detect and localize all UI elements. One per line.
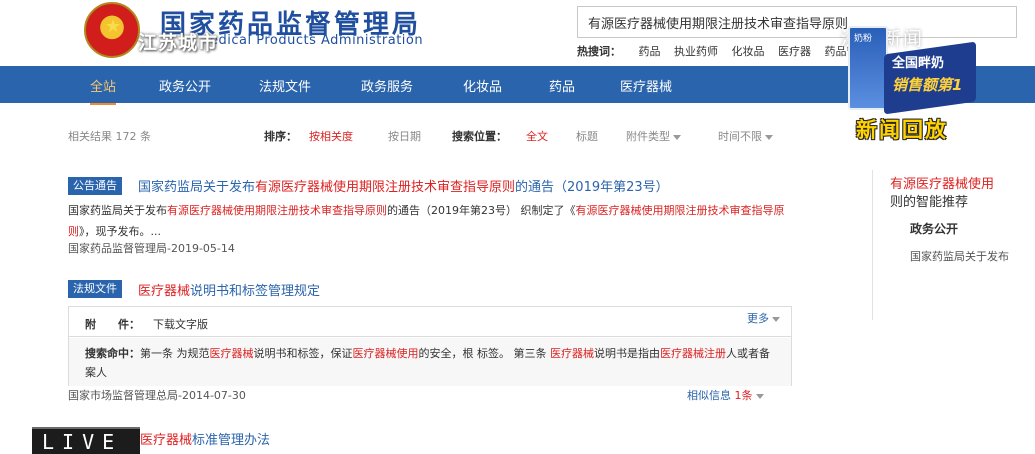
time-range-dropdown[interactable]: 时间不限 — [718, 128, 773, 144]
hot-term-1[interactable]: 药品 — [639, 45, 661, 58]
smart-recommend-sidebar: 有源医疗器械使用 则的智能推荐 政务公开 国家药监局关于发布 — [872, 170, 1035, 320]
ad-line-2: 销售额第1 — [892, 76, 963, 94]
hot-term-3[interactable]: 化妆品 — [732, 45, 765, 58]
milk-box-image: 奶粉 — [848, 26, 888, 110]
sidebar-section-heading: 政务公开 — [910, 222, 959, 236]
news-replay-caption: 新闻回放 — [856, 118, 948, 142]
tv-watermark-city: 江苏城市 — [138, 32, 219, 54]
nav-item-devices[interactable]: 医疗器械 — [620, 76, 672, 95]
similar-info-link[interactable]: 相似信息 1条 — [687, 387, 764, 403]
result-3-title[interactable]: 医疗器械标准管理办法 — [140, 429, 270, 448]
nav-item-regulations[interactable]: 法规文件 — [259, 76, 311, 95]
attachment-type-dropdown[interactable]: 附件类型 — [626, 128, 681, 144]
tv-ad-overlay: 奶粉 全国畔奶 销售额第1 — [848, 26, 976, 116]
download-text-link[interactable]: 下载文字版 — [153, 316, 208, 332]
nav-item-services[interactable]: 政务服务 — [361, 76, 413, 95]
site-subtitle: edical Products Administration — [210, 33, 424, 48]
more-dropdown[interactable]: 更多 — [747, 310, 780, 326]
search-input-value[interactable]: 有源医疗器械使用期限注册技术审查指导原则 — [588, 13, 848, 32]
sidebar-title: 有源医疗器械使用 则的智能推荐 — [890, 177, 995, 210]
nav-item-all[interactable]: 全站 — [90, 76, 117, 105]
result-1-title[interactable]: 国家药监局关于发布有源医疗器械使用期限注册技术审查指导原则的通告（2019年第2… — [138, 176, 669, 195]
results-count: 相关结果 172 条 — [68, 130, 151, 143]
result-tag-regulation: 法规文件 — [68, 280, 122, 298]
sort-relevance[interactable]: 按相关度 — [309, 128, 353, 144]
position-title[interactable]: 标题 — [576, 128, 598, 144]
hot-term-4[interactable]: 医疗器 — [778, 45, 811, 58]
result-2-meta: 国家市场监督管理总局-2014-07-30 — [68, 389, 246, 402]
result-1-meta: 国家药品监督管理局-2019-05-14 — [68, 242, 235, 255]
star-icon: ★ — [105, 16, 122, 37]
result-2-title[interactable]: 医疗器械说明书和标签管理规定 — [138, 280, 320, 299]
position-fulltext[interactable]: 全文 — [526, 128, 548, 144]
search-results-page: ★ 国家药品监督管理局 edical Products Administrati… — [0, 0, 1035, 454]
result-2-attachment-box: 附 件： 下载文字版 更多 搜索命中：第一条 为规范医疗器械说明书和标签，保证医… — [68, 306, 792, 386]
sort-label: 排序： — [264, 130, 297, 143]
nav-item-cosmetics[interactable]: 化妆品 — [463, 76, 502, 95]
search-hit-text: 搜索命中：第一条 为规范医疗器械说明书和标签，保证医疗器械使用的安全，根 标签。… — [85, 347, 770, 379]
nav-item-drugs[interactable]: 药品 — [549, 76, 575, 95]
ad-line-1: 全国畔奶 — [892, 56, 945, 71]
position-label: 搜索位置： — [452, 130, 507, 143]
sidebar-item[interactable]: 国家药监局关于发布 — [910, 248, 1009, 264]
live-badge: LIVE — [32, 427, 140, 454]
hot-search-label: 热搜词： — [577, 45, 621, 58]
result-1-snippet: 国家药监局关于发布有源医疗器械使用期限注册技术审查指导原则的通告（2019年第2… — [68, 204, 785, 238]
hot-term-2[interactable]: 执业药师 — [674, 45, 718, 58]
sort-date[interactable]: 按日期 — [388, 128, 421, 144]
search-hit-row: 搜索命中：第一条 为规范医疗器械说明书和标签，保证医疗器械使用的安全，根 标签。… — [69, 338, 791, 386]
attachment-label: 附 件： — [85, 318, 140, 331]
nav-item-gov-affairs[interactable]: 政务公开 — [159, 76, 211, 95]
result-tag-notice: 公告通告 — [68, 177, 122, 195]
national-emblem-logo[interactable]: ★ — [84, 2, 140, 58]
attachment-row: 附 件： 下载文字版 更多 — [69, 307, 791, 337]
